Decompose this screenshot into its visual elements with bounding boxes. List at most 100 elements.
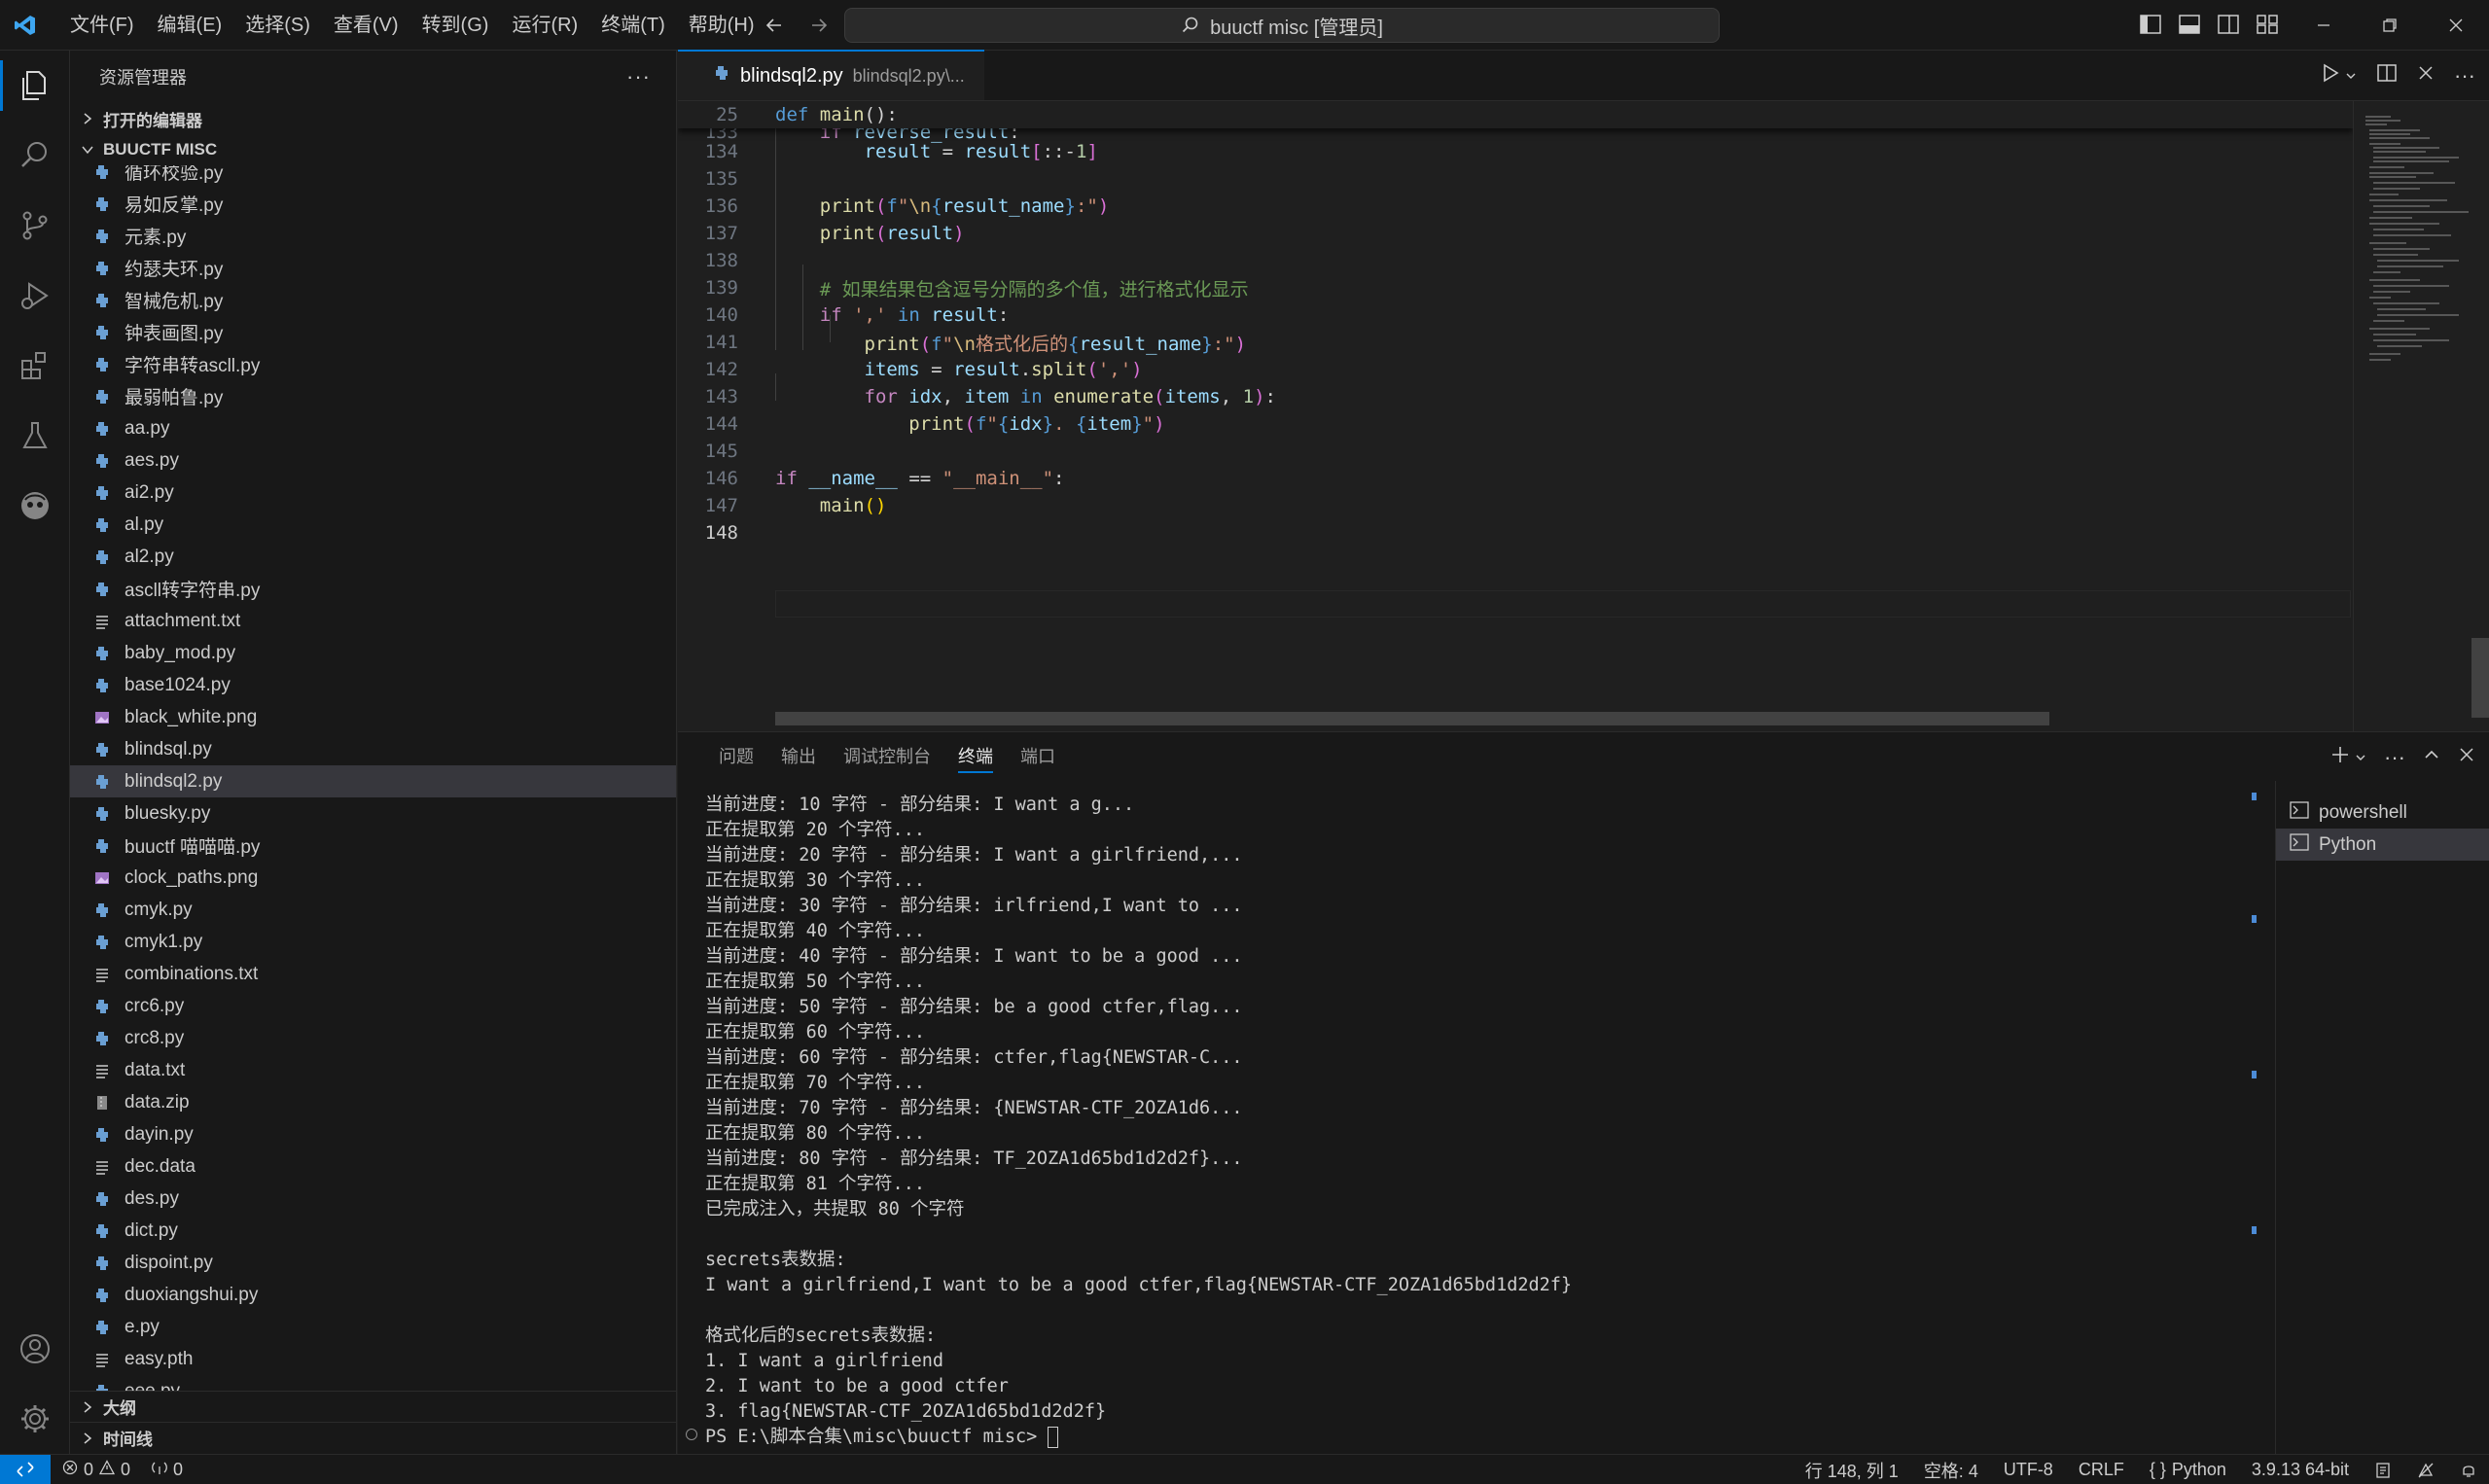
close-window-icon[interactable] xyxy=(2423,0,2489,51)
file-tree-item[interactable]: ai2.py xyxy=(70,477,676,509)
python-interpreter[interactable]: 3.9.13 64-bit xyxy=(2252,1460,2349,1480)
file-tree-item[interactable]: duoxiangshui.py xyxy=(70,1279,676,1311)
code-editor[interactable]: 25 def main(): 133 if reverse_result: 13… xyxy=(678,101,2353,731)
menu-item-3[interactable]: 查看(V) xyxy=(322,8,410,43)
accounts-icon[interactable] xyxy=(0,1314,70,1384)
file-tree-item[interactable]: attachment.txt xyxy=(70,605,676,637)
explorer-icon[interactable] xyxy=(0,51,70,121)
file-tree-item[interactable]: data.zip xyxy=(70,1086,676,1118)
file-tree-item[interactable]: crc8.py xyxy=(70,1022,676,1054)
file-tree-item[interactable]: black_white.png xyxy=(70,701,676,733)
run-python-file-icon[interactable] xyxy=(2320,62,2341,89)
end-of-line[interactable]: CRLF xyxy=(2079,1460,2124,1480)
tab-output[interactable]: 输出 xyxy=(767,732,830,781)
file-tree-item[interactable]: buuctf 喵喵喵.py xyxy=(70,830,676,862)
customize-layout-icon[interactable] xyxy=(2253,10,2282,39)
file-tree-item[interactable]: blindsql.py xyxy=(70,733,676,765)
folder-section[interactable]: BUUCTF MISC xyxy=(70,134,676,165)
search-icon[interactable] xyxy=(0,121,70,191)
file-tree-item[interactable]: cmyk1.py xyxy=(70,926,676,958)
file-tree-item[interactable]: dayin.py xyxy=(70,1118,676,1150)
file-tree-item[interactable]: baby_mod.py xyxy=(70,637,676,669)
file-tree-item[interactable]: clock_paths.png xyxy=(70,862,676,894)
tab-problems[interactable]: 问题 xyxy=(705,732,767,781)
file-tree-item[interactable]: data.txt xyxy=(70,1054,676,1086)
file-tree-item[interactable]: aes.py xyxy=(70,444,676,477)
menu-item-5[interactable]: 运行(R) xyxy=(500,8,589,43)
editor-tab-blindsql2[interactable]: blindsql2.py blindsql2.py\... xyxy=(678,50,984,100)
file-tree-item[interactable]: base1024.py xyxy=(70,669,676,701)
tab-terminal[interactable]: 终端 xyxy=(944,732,1007,781)
file-encoding[interactable]: UTF-8 xyxy=(2004,1460,2053,1480)
file-tree-item[interactable]: crc6.py xyxy=(70,990,676,1022)
toggle-panel-icon[interactable] xyxy=(2175,10,2204,39)
timeline-section[interactable]: 时间线 xyxy=(70,1422,676,1453)
file-tree-item[interactable]: al2.py xyxy=(70,541,676,573)
command-center-search[interactable]: buuctf misc [管理员] xyxy=(844,8,1720,43)
maximize-panel-chevron-up-icon[interactable] xyxy=(2423,746,2440,769)
tab-ports[interactable]: 端口 xyxy=(1007,732,1069,781)
extensions-icon[interactable] xyxy=(0,331,70,401)
file-tree-item[interactable]: dec.data xyxy=(70,1150,676,1183)
run-dropdown-chevron-icon[interactable] xyxy=(2345,65,2357,88)
close-tab-icon[interactable] xyxy=(2417,64,2435,88)
file-tree-item[interactable]: 易如反掌.py xyxy=(70,188,676,220)
sticky-scroll-line[interactable]: 25 def main(): xyxy=(678,101,2353,128)
horizontal-scrollbar[interactable] xyxy=(775,712,2049,725)
terminal-output[interactable]: 当前进度: 10 字符 - 部分结果: I want a g... 正在提取第 2… xyxy=(705,793,2222,1454)
minimize-icon[interactable] xyxy=(2291,0,2357,51)
file-tree-item[interactable]: 最弱帕鲁.py xyxy=(70,380,676,412)
cursor-position[interactable]: 行 148, 列 1 xyxy=(1805,1458,1899,1483)
github-copilot-icon[interactable] xyxy=(0,471,70,541)
file-tree-item[interactable]: e.py xyxy=(70,1311,676,1343)
file-tree-item[interactable]: dispoint.py xyxy=(70,1247,676,1279)
file-tree-item[interactable]: cmyk.py xyxy=(70,894,676,926)
problems-status[interactable]: 0 0 xyxy=(62,1460,130,1480)
file-tree-item[interactable]: 字符串转ascll.py xyxy=(70,348,676,380)
file-tree-item[interactable]: bluesky.py xyxy=(70,797,676,830)
minimap[interactable] xyxy=(2353,101,2489,731)
ports-status[interactable]: 0 xyxy=(152,1460,183,1480)
outline-section[interactable]: 大纲 xyxy=(70,1391,676,1422)
back-arrow-icon[interactable] xyxy=(759,10,790,41)
file-tree-item[interactable]: 元素.py xyxy=(70,220,676,252)
language-mode[interactable]: { } Python xyxy=(2150,1460,2226,1480)
close-panel-icon[interactable] xyxy=(2458,746,2475,769)
menu-item-0[interactable]: 文件(F) xyxy=(58,8,146,43)
menu-item-2[interactable]: 选择(S) xyxy=(233,8,322,43)
testing-flask-icon[interactable] xyxy=(0,401,70,471)
restore-icon[interactable] xyxy=(2357,0,2423,51)
run-and-debug-icon[interactable] xyxy=(0,261,70,331)
file-tree-item[interactable]: ascll转字符串.py xyxy=(70,573,676,605)
toggle-secondary-sidebar-icon[interactable] xyxy=(2214,10,2243,39)
menu-item-7[interactable]: 帮助(H) xyxy=(677,8,766,43)
terminal-dropdown-chevron-icon[interactable] xyxy=(2355,747,2366,769)
file-tree-item[interactable]: aa.py xyxy=(70,412,676,444)
minimap-slider[interactable] xyxy=(2471,638,2489,718)
menu-item-6[interactable]: 终端(T) xyxy=(589,8,677,43)
extension-status-icon[interactable] xyxy=(2374,1462,2392,1479)
terminal-scrollbar[interactable] xyxy=(2252,793,2258,1454)
terminal-item-powershell[interactable]: powershell xyxy=(2276,796,2489,829)
terminal-item-python[interactable]: Python xyxy=(2276,829,2489,861)
more-panel-actions-icon[interactable]: ··· xyxy=(2384,745,2405,770)
remote-indicator-icon[interactable] xyxy=(0,1454,51,1484)
file-tree-item[interactable]: 约瑟夫环.py xyxy=(70,252,676,284)
menu-item-1[interactable]: 编辑(E) xyxy=(146,8,234,43)
file-tree-item[interactable]: combinations.txt xyxy=(70,958,676,990)
more-actions-icon[interactable]: ··· xyxy=(626,64,651,89)
file-tree-item[interactable]: blindsql2.py xyxy=(70,765,676,797)
open-editors-section[interactable]: 打开的编辑器 xyxy=(70,103,676,134)
file-tree-item[interactable]: des.py xyxy=(70,1183,676,1215)
file-tree-item[interactable]: 循环校验.py xyxy=(70,165,676,188)
file-tree-item[interactable]: al.py xyxy=(70,509,676,541)
tab-debug-console[interactable]: 调试控制台 xyxy=(830,732,944,781)
split-editor-icon[interactable] xyxy=(2376,62,2398,89)
command-decoration-icon[interactable] xyxy=(686,1429,697,1440)
indentation[interactable]: 空格: 4 xyxy=(1924,1458,1978,1483)
new-terminal-plus-icon[interactable] xyxy=(2329,744,2351,771)
source-control-icon[interactable] xyxy=(0,191,70,261)
menu-item-4[interactable]: 转到(G) xyxy=(410,8,501,43)
notifications-bell-icon[interactable] xyxy=(2460,1462,2477,1479)
forward-arrow-icon[interactable] xyxy=(803,10,835,41)
